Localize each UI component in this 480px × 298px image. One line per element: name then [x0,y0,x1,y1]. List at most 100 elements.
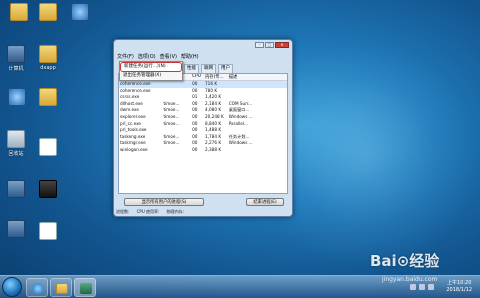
maximize-button[interactable]: □ [265,42,274,48]
table-cell [162,81,191,88]
table-cell: 8,840 K [205,120,222,126]
desktop-icon-monitor[interactable] [34,180,62,200]
status-process-count: 进程数: [116,209,131,214]
tab-users[interactable]: 用户 [218,64,233,73]
table-cell: 00 [192,113,198,119]
desktop-icon-network-2[interactable] [3,88,31,108]
folder-icon [56,283,68,294]
table-cell: 00 [192,87,198,93]
table-row[interactable]: prl_tools.exe 00 1,488 K [119,127,287,134]
table-cell [228,94,287,101]
network-tray-icon[interactable] [419,284,425,290]
menu-options[interactable]: 选项(O) [138,53,156,61]
desktop-icon-dxapp[interactable]: dxapp [34,45,62,71]
desktop-icon-folder-2[interactable] [34,3,62,23]
desktop-icon-recycle-bin[interactable]: 回收站 [2,130,30,157]
table-cell [228,88,287,95]
table-cell: timoe... [163,107,180,113]
desktop-icon-network-1[interactable] [66,3,94,23]
show-all-processes-button[interactable]: 显示所有用户的进程(S) [124,198,204,206]
table-cell: timoe... [163,140,180,146]
table-cell: 任务计划... [228,133,250,139]
table-cell: taskeng.exe [120,133,146,139]
desktop-icon-doc-2[interactable] [34,222,62,242]
folder-icon [39,45,57,63]
close-button[interactable]: ✕ [275,42,289,48]
table-cell: coherence.exe [120,87,151,93]
table-row[interactable]: taskmgr.exe timoe... 00 2,276 K Windows ... [119,140,287,147]
status-bar: 进程数: CPU 使用率: 物理内存: [116,208,290,215]
task-manager-window[interactable]: – □ ✕ 文件(F) 选项(O) 查看(V) 帮助(H) 性能 联网 用户 新… [113,39,293,217]
table-cell: csrss.exe [120,94,140,100]
file-menu-dropdown: 新建任务(运行...)(N) 退出任务管理器(X) [119,61,183,81]
computer-icon [7,45,25,63]
table-row[interactable]: dllhost.exe timoe... 00 2,184 K COM Surr... [119,101,287,108]
table-cell: taskmgr.exe [120,140,146,146]
volume-icon[interactable] [428,284,434,290]
taskbar-ie-button[interactable] [26,278,48,297]
table-cell: Windows ... [228,113,253,119]
flag-icon[interactable] [410,284,416,290]
desktop-icon-computer-3[interactable] [2,220,30,240]
window-controls: – □ ✕ [255,42,289,48]
network-icon [8,88,26,106]
table-cell: 1,784 K [205,133,222,139]
table-cell: 00 [192,120,198,126]
table-row[interactable]: csrss.exe 01 1,420 K [119,94,287,101]
table-cell: 1,420 K [205,94,222,100]
table-cell: 2,388 K [205,146,222,152]
table-cell: timoe... [163,120,180,126]
table-row[interactable]: dwm.exe timoe... 00 4,080 K 桌面窗口... [119,107,287,114]
menu-file[interactable]: 文件(F) [117,53,134,61]
monitor-icon [39,180,57,198]
clock-date: 2018/1/12 [446,287,472,293]
clock[interactable]: 上午10:20 2018/1/12 [446,280,472,294]
desktop-icon-computer-2[interactable] [2,180,30,200]
desktop-icon-folder-1[interactable] [5,3,33,23]
taskbar-task-manager-button[interactable] [74,278,96,297]
desktop-icon-folder-3[interactable] [34,88,62,108]
table-cell [228,127,287,134]
column-cpu[interactable]: CPU [191,74,204,80]
column-memory[interactable]: 内存(专... [204,74,228,80]
table-row[interactable]: coherence.exe 00 716 K [119,81,287,88]
network-icon [71,3,89,21]
start-button[interactable] [2,277,22,297]
table-cell: 00 [192,127,198,133]
table-cell: 00 [192,107,198,113]
column-description[interactable]: 描述 [228,74,287,80]
table-row[interactable]: winlogon.exe 00 2,388 K [119,147,287,154]
table-cell: 2,184 K [205,100,222,106]
tab-networking[interactable]: 联网 [201,64,216,73]
table-cell: prl_tools.exe [120,127,147,133]
table-cell: 2,276 K [205,140,222,146]
taskbar-explorer-button[interactable] [50,278,72,297]
menu-item-new-task[interactable]: 新建任务(运行...)(N) [120,62,182,72]
tab-performance[interactable]: 性能 [184,64,199,73]
table-cell: 00 [192,133,198,139]
table-cell: Windows ... [228,140,253,146]
folder-icon [39,3,57,21]
watermark-brand: Bai⊙经验 [370,252,440,270]
table-cell: explorer.exe [120,113,146,119]
menu-view[interactable]: 查看(V) [160,53,177,61]
table-row[interactable]: coherence.exe 00 780 K [119,88,287,95]
table-cell: coherence.exe [120,81,151,86]
table-row[interactable]: taskeng.exe timoe... 00 1,784 K 任务计划... [119,134,287,141]
table-cell [228,147,287,154]
desktop-icon-computer[interactable]: 计算机 [2,45,30,72]
menu-help[interactable]: 帮助(H) [181,53,199,61]
table-cell [162,94,191,101]
folder-icon [39,88,57,106]
table-cell: timoe... [163,113,180,119]
minimize-button[interactable]: – [255,42,264,48]
table-row[interactable]: explorer.exe timoe... 00 20,248 K Windows ..… [119,114,287,121]
process-rows: coherence.exe 00 716 K coherence.exe 00 780 K… [119,81,287,154]
table-row[interactable]: prl_cc.exe timoe... 00 8,840 K Parallel... [119,121,287,128]
end-process-button[interactable]: 结束进程(E) [246,198,284,206]
menu-item-exit[interactable]: 退出任务管理器(X) [120,72,182,80]
system-tray [410,284,434,290]
table-cell: timoe... [163,100,180,106]
table-cell: 20,248 K [205,113,224,119]
desktop-icon-doc-1[interactable] [34,138,62,158]
